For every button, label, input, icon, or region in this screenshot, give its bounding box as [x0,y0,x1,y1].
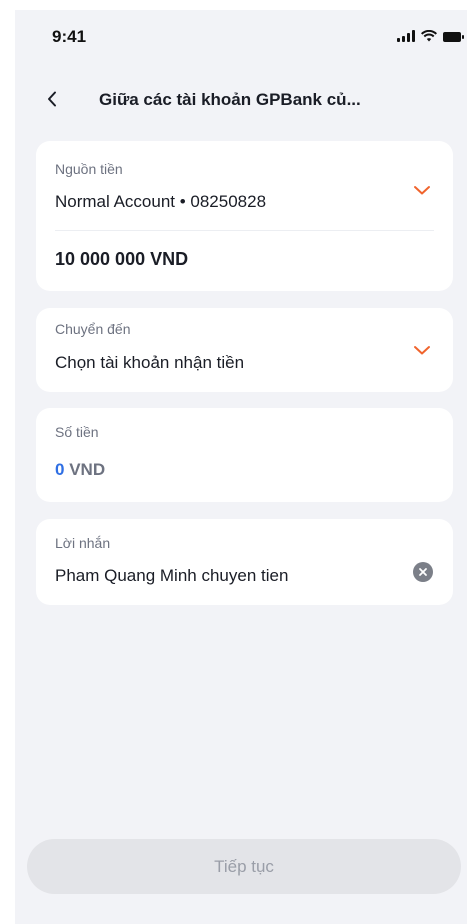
amount-label: Số tiền [55,424,99,440]
status-time: 9:41 [52,27,87,46]
wifi-icon [421,30,437,42]
chevron-left-icon [48,91,56,107]
amount-number: 0 [55,460,65,479]
source-label: Nguồn tiền [55,161,123,177]
destination-card[interactable]: Chuyển đến Chọn tài khoản nhận tiền [36,308,453,392]
battery-icon [443,32,464,42]
status-icons [397,30,464,42]
amount-card[interactable]: Số tiền 0 VND [36,408,453,502]
status-bar: 9:41 [15,10,467,66]
destination-select[interactable]: Chọn tài khoản nhận tiền [55,353,244,373]
continue-button[interactable]: Tiếp tục [27,839,461,894]
source-account-card[interactable]: Nguồn tiền Normal Account • 08250828 10 … [36,141,453,291]
message-card[interactable]: Lời nhắn Pham Quang Minh chuyen tien [36,519,453,605]
back-button[interactable] [37,84,67,114]
chevron-down-icon[interactable] [413,184,431,196]
message-input[interactable]: Pham Quang Minh chuyen tien [55,566,288,586]
page-title: Giữa các tài khoản GPBank củ... [99,90,361,109]
close-icon [419,568,427,576]
source-account: Normal Account • 08250828 [55,192,267,211]
source-balance: 10 000 000 VND [55,249,189,269]
clear-message-button[interactable] [413,562,433,582]
divider [55,230,434,231]
header: Giữa các tài khoản GPBank củ... [15,80,467,120]
message-label: Lời nhắn [55,535,111,551]
amount-unit: VND [69,460,106,479]
chevron-down-icon[interactable] [413,344,431,356]
destination-label: Chuyển đến [55,321,131,337]
amount-input[interactable]: 0 VND [55,460,105,480]
screen: 9:41 Giữa các tài khoản GPBank củ... Ngu… [15,10,467,924]
signal-icon [397,30,415,42]
